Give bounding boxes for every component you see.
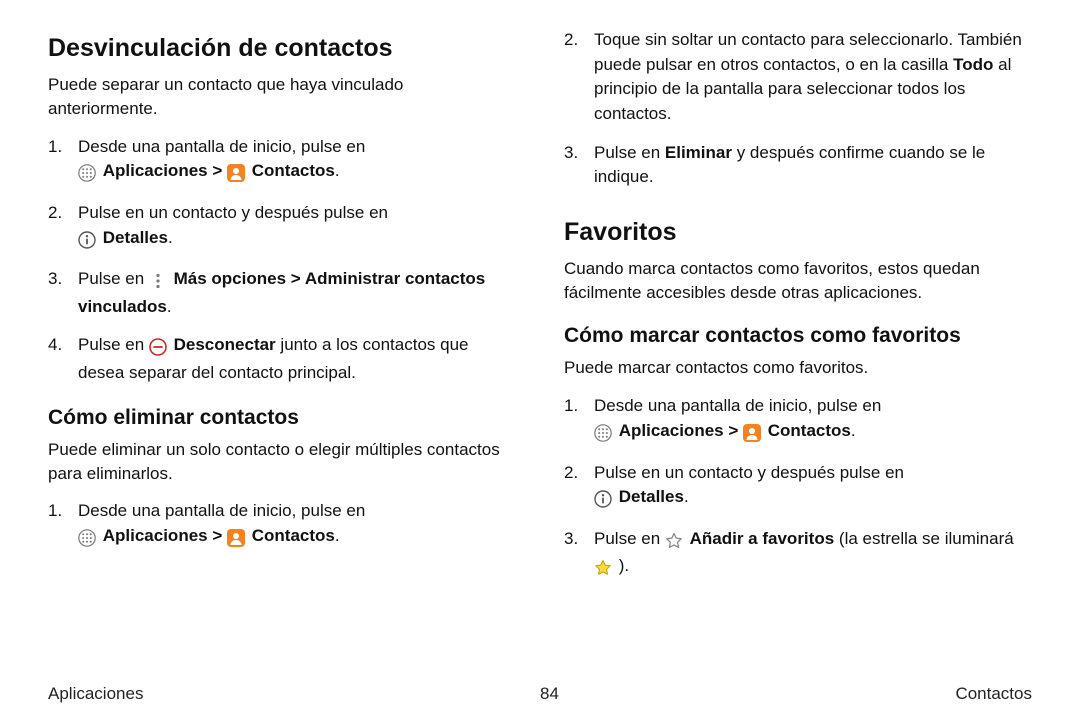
delete-step-3: Pulse en Eliminar y después confirme cua… xyxy=(564,141,1032,190)
unlink-step-2: Pulse en un contacto y después pulse en … xyxy=(48,201,516,253)
sep: > xyxy=(212,161,227,180)
text-c: ). xyxy=(619,556,629,575)
sep: > xyxy=(728,421,743,440)
contacts-label: Contactos xyxy=(252,161,335,180)
info-icon xyxy=(594,488,612,513)
contacts-label: Contactos xyxy=(252,526,335,545)
more-icon xyxy=(149,270,167,295)
period: . xyxy=(167,297,172,316)
right-column: Toque sin soltar un contacto para selecc… xyxy=(564,28,1032,660)
add-fav-label: Añadir a favoritos xyxy=(690,529,835,548)
details-label: Detalles xyxy=(619,487,684,506)
disconnect-icon xyxy=(149,336,167,361)
intro-mark-fav: Puede marcar contactos como favoritos. xyxy=(564,356,1032,380)
unlink-steps: Desde una pantalla de inicio, pulse en A… xyxy=(48,135,516,386)
favorite-steps: Desde una pantalla de inicio, pulse en A… xyxy=(564,394,1032,582)
contacts-icon xyxy=(743,422,761,447)
text-b: (la estrella se iluminará xyxy=(839,529,1014,548)
apps-label: Aplicaciones xyxy=(103,161,208,180)
text: Desde una pantalla de inicio, pulse en xyxy=(594,396,881,415)
text: Pulse en xyxy=(78,335,149,354)
apps-label: Aplicaciones xyxy=(619,421,724,440)
page-footer: Aplicaciones 84 Contactos xyxy=(48,684,1032,704)
fav-step-3: Pulse en Añadir a favoritos (la estrella… xyxy=(564,527,1032,582)
unlink-step-1: Desde una pantalla de inicio, pulse en A… xyxy=(48,135,516,187)
text-a: Pulse en xyxy=(594,529,665,548)
unlink-step-4: Pulse en Desconectar junto a los contact… xyxy=(48,333,516,385)
intro-favorites: Cuando marca contactos como favoritos, e… xyxy=(564,257,1032,305)
period: . xyxy=(684,487,689,506)
period: . xyxy=(168,228,173,247)
text: Desde una pantalla de inicio, pulse en xyxy=(78,137,365,156)
apps-label: Aplicaciones xyxy=(103,526,208,545)
apps-icon xyxy=(78,527,96,552)
period: . xyxy=(851,421,856,440)
text: Pulse en xyxy=(78,269,149,288)
more-options-label: Más opciones xyxy=(174,269,286,288)
left-column: Desvinculación de contactos Puede separa… xyxy=(48,28,516,660)
fav-step-1: Desde una pantalla de inicio, pulse en A… xyxy=(564,394,1032,446)
contacts-icon xyxy=(227,162,245,187)
sep: > xyxy=(212,526,227,545)
apps-icon xyxy=(594,422,612,447)
intro-delete: Puede eliminar un solo contacto o elegir… xyxy=(48,438,516,486)
unlink-step-3: Pulse en Más opciones > Administrar cont… xyxy=(48,267,516,319)
text: Pulse en un contacto y después pulse en xyxy=(594,463,904,482)
intro-unlink: Puede separar un contacto que haya vincu… xyxy=(48,73,516,121)
sep: > xyxy=(291,269,305,288)
delete-steps-part1: Desde una pantalla de inicio, pulse en A… xyxy=(48,499,516,551)
text: Desde una pantalla de inicio, pulse en xyxy=(78,501,365,520)
contacts-icon xyxy=(227,527,245,552)
details-label: Detalles xyxy=(103,228,168,247)
fav-step-2: Pulse en un contacto y después pulse en … xyxy=(564,461,1032,513)
star-outline-icon xyxy=(665,530,683,555)
footer-left: Aplicaciones xyxy=(48,684,143,704)
text: Pulse en un contacto y después pulse en xyxy=(78,203,388,222)
delete-step-1: Desde una pantalla de inicio, pulse en A… xyxy=(48,499,516,551)
star-filled-icon xyxy=(594,557,612,582)
contacts-label: Contactos xyxy=(768,421,851,440)
heading-mark-fav: Cómo marcar contactos como favoritos xyxy=(564,324,1032,348)
delete-steps-part2: Toque sin soltar un contacto para selecc… xyxy=(564,28,1032,190)
eliminar-label: Eliminar xyxy=(665,143,732,162)
period: . xyxy=(335,161,340,180)
heading-favorites: Favoritos xyxy=(564,218,1032,247)
footer-page-number: 84 xyxy=(540,684,559,704)
footer-right: Contactos xyxy=(955,684,1032,704)
heading-delete: Cómo eliminar contactos xyxy=(48,406,516,430)
period: . xyxy=(335,526,340,545)
apps-icon xyxy=(78,162,96,187)
info-icon xyxy=(78,229,96,254)
page-body: Desvinculación de contactos Puede separa… xyxy=(0,0,1080,660)
text-a: Pulse en xyxy=(594,143,665,162)
delete-step-2: Toque sin soltar un contacto para selecc… xyxy=(564,28,1032,127)
disconnect-label: Desconectar xyxy=(174,335,276,354)
heading-unlink: Desvinculación de contactos xyxy=(48,34,516,63)
todo-label: Todo xyxy=(953,55,993,74)
